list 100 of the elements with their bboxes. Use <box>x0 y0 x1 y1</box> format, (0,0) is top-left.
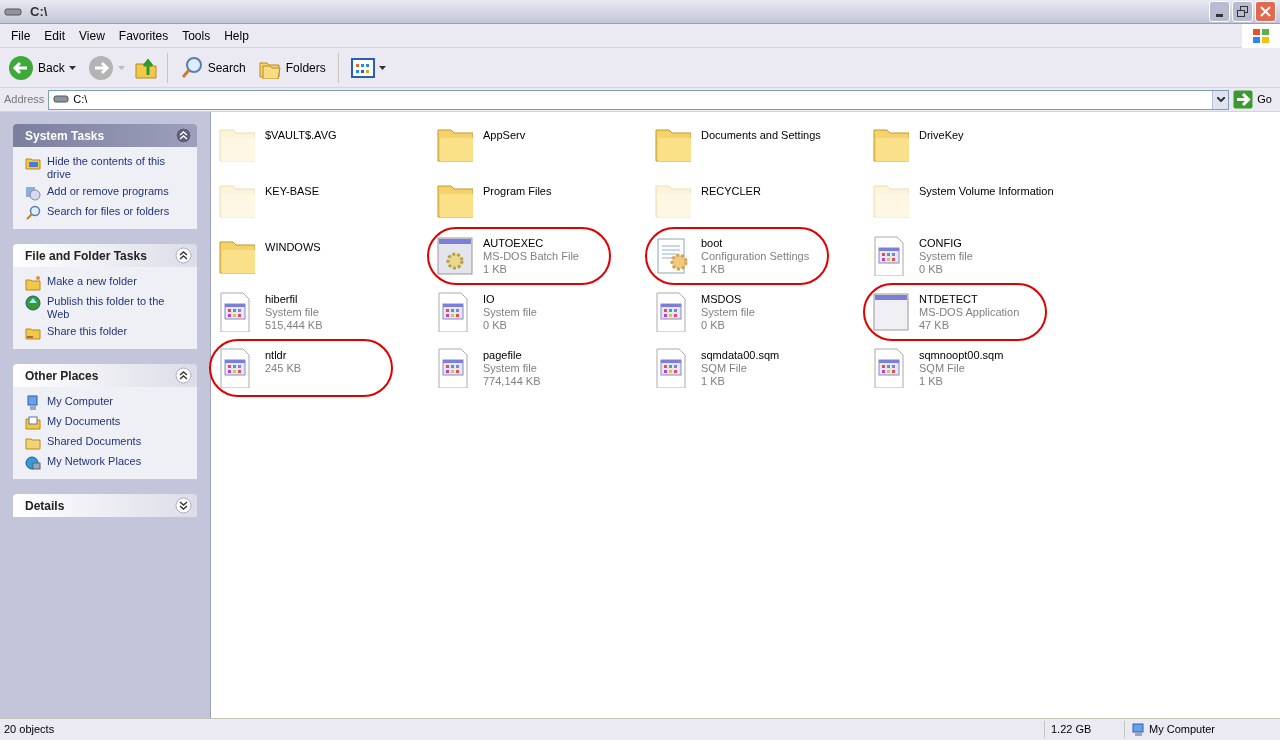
file-name[interactable]: Documents and Settings <box>701 129 821 142</box>
minimize-icon <box>1216 14 1223 17</box>
file-name[interactable]: MSDOS <box>701 293 755 306</box>
go-arrow-icon <box>1233 90 1254 109</box>
file-type: System file <box>483 306 537 319</box>
panel-title: File and Folder Tasks <box>25 247 147 265</box>
task-link[interactable]: My Documents <box>47 415 121 428</box>
status-text: My Computer <box>1149 722 1216 738</box>
file-size: 1 KB <box>701 375 726 388</box>
panel-title: Other Places <box>25 367 99 385</box>
caret-icon <box>1216 97 1225 102</box>
dropdown-button[interactable] <box>1212 90 1229 109</box>
file-type: MS-DOS Application <box>919 306 1020 319</box>
panel-title: System Tasks <box>25 127 105 145</box>
menu-item[interactable]: View <box>72 26 112 45</box>
globe-icon <box>25 295 41 311</box>
folder-icon <box>25 275 41 291</box>
disc-icon <box>25 185 41 201</box>
task-link[interactable]: Share this folder <box>47 325 128 338</box>
go-button[interactable]: Go <box>1233 90 1272 109</box>
file-size: 47 KB <box>919 319 950 332</box>
file-name[interactable]: sqmnoopt00.sqm <box>919 349 1004 362</box>
file-name[interactable]: AppServ <box>483 129 526 142</box>
menu-item[interactable]: Edit <box>37 26 73 45</box>
gear-window-icon[interactable] <box>437 236 473 276</box>
file-name[interactable]: Program Files <box>483 185 552 198</box>
file-name[interactable]: $VAULT$.AVG <box>265 129 337 142</box>
network-icon <box>25 455 41 471</box>
file-name[interactable]: NTDETECT <box>919 293 1020 306</box>
task-link[interactable]: My Network Places <box>47 455 142 468</box>
address-label: Address <box>4 92 45 108</box>
file-name[interactable]: RECYCLER <box>701 185 761 198</box>
file-size: 0 KB <box>483 319 508 332</box>
file-type: System file <box>919 250 973 263</box>
menu-item[interactable]: Favorites <box>111 26 176 45</box>
file-name[interactable]: boot <box>701 237 810 250</box>
panel-title: Details <box>25 497 65 515</box>
search-icon <box>179 55 204 80</box>
caret-icon <box>378 65 386 70</box>
expand-icon[interactable] <box>175 497 192 514</box>
file-type: SQM File <box>701 362 748 375</box>
panel-header[interactable]: Details <box>13 494 197 517</box>
file-size: 245 KB <box>265 362 302 375</box>
file-name[interactable]: WINDOWS <box>265 241 321 254</box>
folder-icon <box>25 435 41 451</box>
file-name[interactable]: DriveKey <box>919 129 964 142</box>
file-name[interactable]: ntldr <box>265 349 302 362</box>
collapse-icon[interactable] <box>175 247 192 264</box>
file-size: 515,444 KB <box>265 319 323 332</box>
windows-logo <box>1242 23 1280 48</box>
file-name[interactable]: hiberfil <box>265 293 323 306</box>
restore-icon <box>1237 6 1248 17</box>
file-type: SQM File <box>919 362 966 375</box>
drive-icon <box>53 95 70 104</box>
documents-icon <box>25 415 41 431</box>
panel-header[interactable]: System Tasks <box>13 124 197 147</box>
status-text: 20 objects <box>3 722 56 738</box>
file-name[interactable]: pagefile <box>483 349 541 362</box>
task-link[interactable]: Make a new folder <box>47 275 137 288</box>
views-icon <box>350 57 375 78</box>
collapse-icon[interactable] <box>175 367 192 384</box>
task-link[interactable]: Publish this folder to the Web <box>47 295 185 321</box>
file-name[interactable]: CONFIG <box>919 237 973 250</box>
folder-icon <box>25 155 41 171</box>
panel-header[interactable]: Other Places <box>13 364 197 387</box>
file-size: 0 KB <box>701 319 726 332</box>
menu-item[interactable]: File <box>4 26 38 45</box>
panel-header[interactable]: File and Folder Tasks <box>13 244 197 267</box>
task-link[interactable]: Shared Documents <box>47 435 142 448</box>
file-name[interactable]: IO <box>483 293 537 306</box>
file-type: System file <box>265 306 320 319</box>
search-button[interactable]: Search <box>175 50 250 85</box>
file-type: MS-DOS Batch File <box>483 250 579 263</box>
computer-icon <box>1131 722 1145 737</box>
back-button[interactable]: Back <box>4 50 80 85</box>
file-name[interactable]: KEY-BASE <box>265 185 319 198</box>
file-type: System file <box>701 306 755 319</box>
task-link[interactable]: Add or remove programs <box>47 185 169 198</box>
status-text: 1.22 GB <box>1044 721 1124 738</box>
close-icon <box>1260 6 1271 17</box>
task-link[interactable]: My Computer <box>47 395 114 408</box>
collapse-icon[interactable] <box>175 127 192 144</box>
window-icon[interactable] <box>873 292 909 332</box>
file-size: 1 KB <box>919 375 944 388</box>
file-name[interactable]: System Volume Information <box>919 185 1054 198</box>
file-name[interactable]: AUTOEXEC <box>483 237 579 250</box>
address-field[interactable]: C:\ <box>48 89 1230 110</box>
task-link[interactable]: Hide the contents of this drive <box>47 155 185 181</box>
folders-button[interactable]: Folders <box>253 50 330 85</box>
restore-button[interactable] <box>1232 1 1253 22</box>
file-type: System file <box>483 362 538 375</box>
computer-icon <box>25 395 41 411</box>
file-size: 0 KB <box>919 263 944 276</box>
menu-item[interactable]: Tools <box>175 26 218 45</box>
minimize-button[interactable] <box>1209 1 1230 22</box>
file-size: 774,144 KB <box>483 375 541 388</box>
task-link[interactable]: Search for files or folders <box>47 205 170 218</box>
menu-item[interactable]: Help <box>217 26 256 45</box>
file-name[interactable]: sqmdata00.sqm <box>701 349 780 362</box>
folder-icon <box>25 325 41 341</box>
